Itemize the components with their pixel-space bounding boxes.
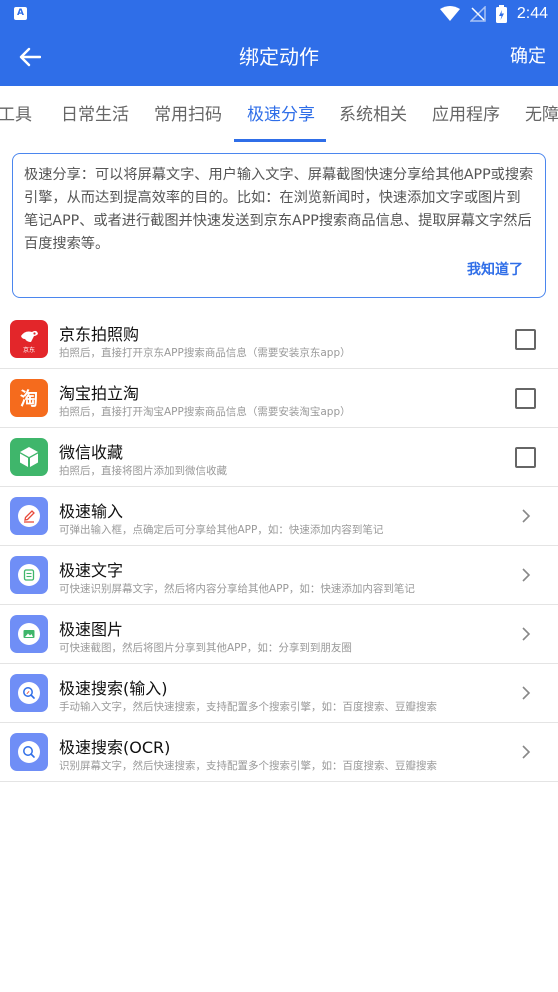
item-title: 极速搜索(OCR) — [59, 738, 171, 757]
item-title: 极速图片 — [59, 620, 124, 639]
taobao-icon: 淘 — [10, 379, 48, 417]
confirm-button[interactable]: 确定 — [510, 28, 546, 86]
list-item-quick-text[interactable]: 极速文字 可快速识别屏幕文字，然后将内容分享给其他APP，如：快速添加内容到笔记 — [0, 546, 558, 605]
notification-app-icon: A — [14, 7, 27, 20]
tab-system[interactable]: 系统相关 — [339, 86, 407, 144]
list-item-quick-input[interactable]: 极速输入 可弹出输入框，点确定后可分享给其他APP，如：快速添加内容到笔记 — [0, 487, 558, 546]
info-text: 极速分享：可以将屏幕文字、用户输入文字、屏幕截图快速分享给其他APP或搜索引擎，… — [24, 167, 534, 252]
page-title: 绑定动作 — [239, 45, 319, 69]
status-bar: A 2:44 — [0, 0, 558, 28]
text-recognize-icon — [10, 556, 48, 594]
item-description: 拍照后，直接打开京东APP搜索商品信息（需要安装京东app） — [59, 347, 351, 359]
item-title: 极速文字 — [59, 561, 124, 580]
list-item-quick-search-ocr[interactable]: 极速搜索(OCR) 识别屏幕文字，然后快速搜索，支持配置多个搜索引擎，如：百度搜… — [0, 723, 558, 782]
action-list: 京东 京东拍照购 拍照后，直接打开京东APP搜索商品信息（需要安装京东app） … — [0, 310, 558, 782]
got-it-button[interactable]: 我知道了 — [467, 259, 523, 279]
jd-icon-label: 京东 — [22, 347, 35, 354]
jd-icon: 京东 — [10, 320, 48, 358]
chevron-right-icon — [522, 509, 531, 523]
status-icons: 2:44 — [439, 4, 548, 24]
no-signal-icon — [469, 6, 486, 22]
item-title: 极速搜索(输入) — [59, 679, 168, 698]
tab-daily-life[interactable]: 日常生活 — [61, 86, 129, 144]
tab-apps[interactable]: 应用程序 — [432, 86, 500, 144]
chevron-right-icon — [522, 568, 531, 582]
tab-tools[interactable]: 工具 — [0, 86, 32, 144]
active-tab-indicator — [234, 139, 326, 142]
item-description: 可快速识别屏幕文字，然后将内容分享给其他APP，如：快速添加内容到笔记 — [59, 583, 415, 595]
list-item-wechat-favorite[interactable]: 微信收藏 拍照后，直接将图片添加到微信收藏 — [0, 428, 558, 487]
tab-quick-share[interactable]: 极速分享 — [247, 86, 315, 144]
category-tabs: 工具 日常生活 常用扫码 极速分享 系统相关 应用程序 无障 — [0, 86, 558, 144]
taobao-icon-label: 淘 — [20, 389, 38, 410]
tab-accessibility[interactable]: 无障 — [525, 86, 558, 144]
list-item-quick-picture[interactable]: 极速图片 可快速截图，然后将图片分享到其他APP，如：分享到到朋友圈 — [0, 605, 558, 664]
app-bar: 绑定动作 确定 — [0, 28, 558, 86]
pencil-icon — [10, 497, 48, 535]
item-title: 极速输入 — [59, 502, 124, 521]
battery-icon — [495, 5, 507, 23]
search-input-icon — [10, 674, 48, 712]
chevron-right-icon — [522, 627, 531, 641]
clock: 2:44 — [516, 5, 548, 22]
list-item-taobao-photo-search[interactable]: 淘 淘宝拍立淘 拍照后，直接打开淘宝APP搜索商品信息（需要安装淘宝app） — [0, 369, 558, 428]
tab-common-scan[interactable]: 常用扫码 — [154, 86, 222, 144]
item-description: 手动输入文字，然后快速搜索，支持配置多个搜索引擎，如：百度搜索、豆瓣搜索 — [59, 701, 437, 713]
item-title: 微信收藏 — [59, 443, 124, 462]
search-ocr-icon — [10, 733, 48, 771]
chevron-right-icon — [522, 686, 531, 700]
item-title: 京东拍照购 — [59, 325, 140, 344]
info-card: 极速分享：可以将屏幕文字、用户输入文字、屏幕截图快速分享给其他APP或搜索引擎，… — [12, 153, 546, 298]
wifi-icon — [439, 6, 460, 21]
item-description: 可弹出输入框，点确定后可分享给其他APP，如：快速添加内容到笔记 — [59, 524, 384, 536]
item-description: 识别屏幕文字，然后快速搜索，支持配置多个搜索引擎，如：百度搜索、豆瓣搜索 — [59, 760, 437, 772]
item-checkbox[interactable] — [515, 447, 536, 468]
list-item-quick-search-input[interactable]: 极速搜索(输入) 手动输入文字，然后快速搜索，支持配置多个搜索引擎，如：百度搜索… — [0, 664, 558, 723]
picture-icon — [10, 615, 48, 653]
item-description: 可快速截图，然后将图片分享到其他APP，如：分享到到朋友圈 — [59, 642, 352, 654]
item-checkbox[interactable] — [515, 329, 536, 350]
item-description: 拍照后，直接打开淘宝APP搜索商品信息（需要安装淘宝app） — [59, 406, 351, 418]
item-checkbox[interactable] — [515, 388, 536, 409]
list-item-jd-photo-buy[interactable]: 京东 京东拍照购 拍照后，直接打开京东APP搜索商品信息（需要安装京东app） — [0, 310, 558, 369]
wechat-favorite-icon — [10, 438, 48, 476]
chevron-right-icon — [522, 745, 531, 759]
item-title: 淘宝拍立淘 — [59, 384, 140, 403]
item-description: 拍照后，直接将图片添加到微信收藏 — [59, 465, 227, 477]
